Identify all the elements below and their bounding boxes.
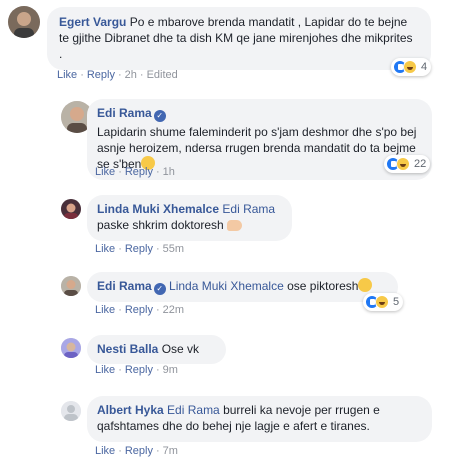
- avatar[interactable]: [61, 199, 81, 219]
- comment-author[interactable]: Nesti Balla: [97, 342, 158, 356]
- comment-actions: Like · Reply · 7m: [95, 445, 178, 457]
- comment-text: paske shkrim doktoresh: [97, 218, 224, 232]
- like-link[interactable]: Like: [95, 364, 115, 376]
- like-link[interactable]: Like: [95, 243, 115, 255]
- reply-link[interactable]: Reply: [125, 243, 153, 255]
- comment-author[interactable]: Edi Rama: [97, 279, 152, 293]
- comment-bubble: Albert Hyka Edi Rama burreli ka nevoje p…: [87, 396, 432, 442]
- reaction-summary[interactable]: 4: [391, 58, 432, 76]
- like-link[interactable]: Like: [57, 69, 77, 81]
- comment-text: ose piktoresh: [287, 279, 359, 293]
- comment-time[interactable]: 1h: [163, 166, 175, 178]
- avatar-image: [61, 338, 81, 358]
- verified-badge-icon: ✓: [153, 110, 166, 122]
- comment-time[interactable]: 22m: [163, 304, 184, 316]
- reply-link[interactable]: Reply: [125, 364, 153, 376]
- mention-link[interactable]: Linda Muki Xhemalce: [169, 279, 284, 293]
- comment-text: Ose vk: [161, 342, 200, 356]
- comment-time[interactable]: 55m: [163, 243, 184, 255]
- reaction-summary[interactable]: 22: [384, 155, 431, 173]
- comment-actions: Like · Reply · 9m: [95, 364, 178, 376]
- edited-label[interactable]: Edited: [147, 69, 178, 81]
- comment-author[interactable]: Linda Muki Xhemalce: [97, 202, 219, 216]
- comment-author[interactable]: Albert Hyka: [97, 403, 164, 417]
- mention-link[interactable]: Edi Rama: [167, 403, 220, 417]
- comment-author[interactable]: Egert Vargu: [59, 15, 126, 29]
- comment-text: Lapidarin shume faleminderit po s'jam de…: [97, 125, 417, 171]
- haha-icon: [403, 60, 417, 74]
- reply-link[interactable]: Reply: [125, 304, 153, 316]
- comment-bubble: Edi Rama ✓ Linda Muki Xhemalce ose piktor…: [87, 272, 398, 302]
- reply-link[interactable]: Reply: [125, 445, 153, 457]
- reply-link[interactable]: Reply: [125, 166, 153, 178]
- reaction-summary[interactable]: 5: [363, 293, 404, 311]
- comment-actions: Like · Reply · 2h · Edited: [57, 69, 178, 81]
- verified-badge-icon: ✓: [153, 283, 166, 295]
- comment-actions: Like · Reply · 1h: [95, 166, 175, 178]
- comment-author[interactable]: Edi Rama: [97, 106, 152, 120]
- avatar[interactable]: [8, 6, 40, 38]
- reaction-count: 4: [421, 61, 428, 73]
- comment-bubble: Egert Vargu Po e mbarove brenda mandatit…: [47, 7, 431, 70]
- haha-icon: [396, 157, 410, 171]
- mention-link[interactable]: Edi Rama: [222, 202, 275, 216]
- comment-bubble: Linda Muki Xhemalce Edi Rama paske shkri…: [87, 195, 292, 241]
- avatar[interactable]: [61, 338, 81, 358]
- comment-actions: Like · Reply · 22m: [95, 304, 185, 316]
- default-avatar-icon: [61, 401, 81, 421]
- comment-time[interactable]: 2h: [125, 69, 137, 81]
- comment-time[interactable]: 9m: [163, 364, 178, 376]
- reaction-count: 5: [393, 296, 400, 308]
- like-link[interactable]: Like: [95, 304, 115, 316]
- hand-emoji-icon: [227, 220, 243, 231]
- avatar-image: [61, 199, 81, 219]
- like-link[interactable]: Like: [95, 445, 115, 457]
- like-link[interactable]: Like: [95, 166, 115, 178]
- avatar[interactable]: [61, 276, 81, 296]
- avatar[interactable]: [61, 401, 81, 421]
- avatar-image: [61, 276, 81, 296]
- comment-bubble: Nesti Balla Ose vk: [87, 335, 226, 364]
- comment-time[interactable]: 7m: [163, 445, 178, 457]
- reply-link[interactable]: Reply: [87, 69, 115, 81]
- reaction-count: 22: [414, 158, 427, 170]
- haha-icon: [375, 295, 389, 309]
- comment-actions: Like · Reply · 55m: [95, 243, 185, 255]
- avatar-image: [8, 6, 40, 38]
- laugh-emoji-icon: [358, 278, 373, 292]
